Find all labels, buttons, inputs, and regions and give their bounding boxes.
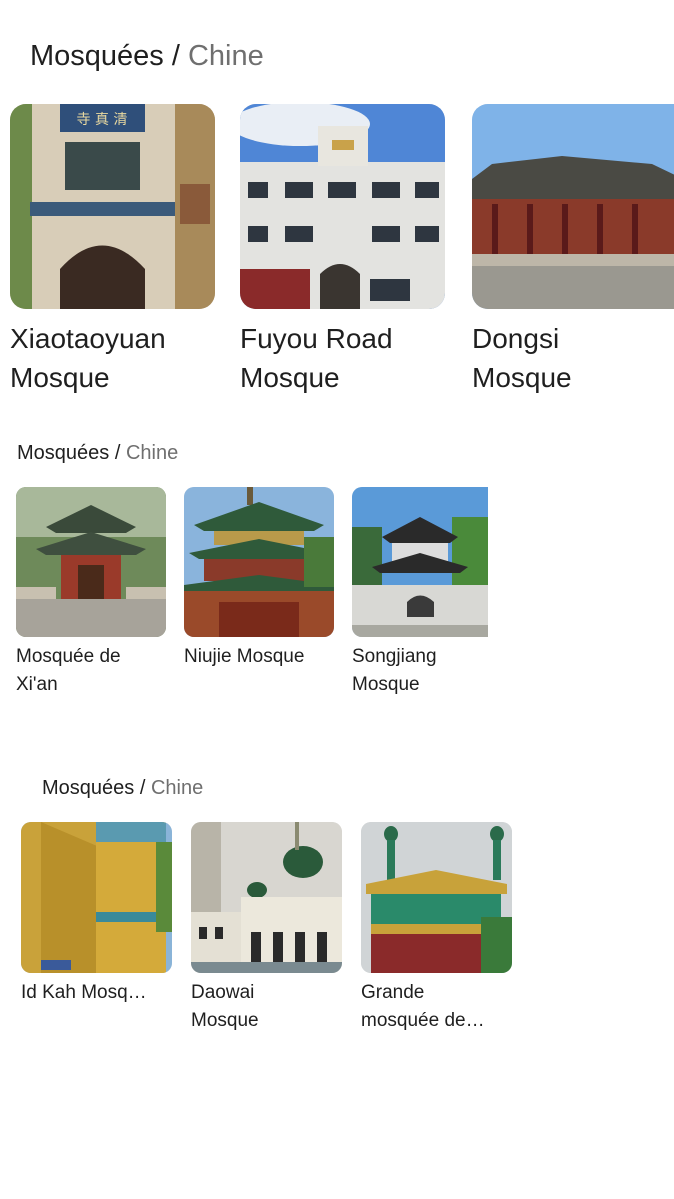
card-title: Daowai Mosque (191, 979, 342, 1035)
xiaotaoyuan-mosque-photo: 寺 真 清 (10, 104, 215, 309)
result-card-grande-mosquee[interactable]: Grande mosquée de… (361, 822, 512, 1035)
card-title-line: Mosque (472, 362, 572, 393)
card-title-line: Songjiang (352, 646, 437, 667)
card-title-line: Dongsi (472, 323, 560, 354)
card-title-line: Mosque (240, 362, 340, 393)
card-title-line: Niujie Mosque (184, 646, 305, 667)
daowai-mosque-photo (191, 822, 342, 973)
songjiang-mosque-photo (352, 487, 488, 637)
breadcrumb-category: Mosquées (30, 40, 164, 72)
card-title-line: Daowai (191, 982, 255, 1003)
breadcrumb-location: Chine (150, 777, 204, 799)
grande-mosquee-photo (361, 822, 512, 973)
section-breadcrumb[interactable]: Mosquées / Chine (17, 442, 178, 465)
breadcrumb-separator: / (134, 777, 151, 799)
result-card-fuyou-road[interactable]: Fuyou Road Mosque (240, 104, 445, 397)
section-breadcrumb[interactable]: Mosquées / Chine (42, 777, 203, 800)
result-card-songjiang[interactable]: Songjiang Mosque (352, 487, 502, 699)
card-title-line: Xiaotaoyuan (10, 323, 166, 354)
result-card-daowai[interactable]: Daowai Mosque (191, 822, 342, 1035)
result-card-niujie[interactable]: Niujie Mosque (184, 487, 334, 671)
result-card-xiaotaoyuan[interactable]: 寺 真 清 Xiaotaoyuan Mosque (10, 104, 215, 397)
card-title: Fuyou Road Mosque (240, 319, 445, 397)
xian-mosque-photo (16, 487, 166, 637)
fuyou-road-mosque-photo (240, 104, 445, 309)
breadcrumb-category: Mosquées (17, 442, 110, 464)
card-title: Niujie Mosque (184, 643, 334, 671)
card-title: Xiaotaoyuan Mosque (10, 319, 215, 397)
card-title: Songjiang Mosque (352, 643, 502, 699)
card-title-line: Xi'an (16, 674, 58, 695)
section-breadcrumb[interactable]: Mosquées / Chine (30, 40, 264, 73)
card-title: Grande mosquée de… (361, 979, 512, 1035)
result-card-xian[interactable]: Mosquée de Xi'an (16, 487, 166, 699)
id-kah-mosque-photo (21, 822, 172, 973)
breadcrumb-category: Mosquées (42, 777, 135, 799)
dongsi-mosque-photo (472, 104, 674, 309)
card-title-line: Mosquée de (16, 646, 121, 667)
svg-text:寺 真 清: 寺 真 清 (77, 112, 128, 128)
result-card-id-kah[interactable]: Id Kah Mosq… (21, 822, 172, 1007)
breadcrumb-separator: / (163, 40, 188, 72)
card-title: Mosquée de Xi'an (16, 643, 166, 699)
result-card-dongsi[interactable]: Dongsi Mosque (472, 104, 674, 397)
card-title-line: Mosque (10, 362, 110, 393)
card-title-line: Grande (361, 982, 425, 1003)
card-title-line: Id Kah Mosq… (21, 982, 147, 1003)
card-title-line: Mosque (191, 1010, 259, 1031)
breadcrumb-location: Chine (187, 40, 264, 72)
breadcrumb-separator: / (109, 442, 126, 464)
card-title: Id Kah Mosq… (21, 979, 172, 1007)
card-title: Dongsi Mosque (472, 319, 674, 397)
card-title-line: Mosque (352, 674, 420, 695)
card-title-line: Fuyou Road (240, 323, 393, 354)
niujie-mosque-photo (184, 487, 334, 637)
card-title-line: mosquée de… (361, 1010, 485, 1031)
breadcrumb-location: Chine (125, 442, 179, 464)
